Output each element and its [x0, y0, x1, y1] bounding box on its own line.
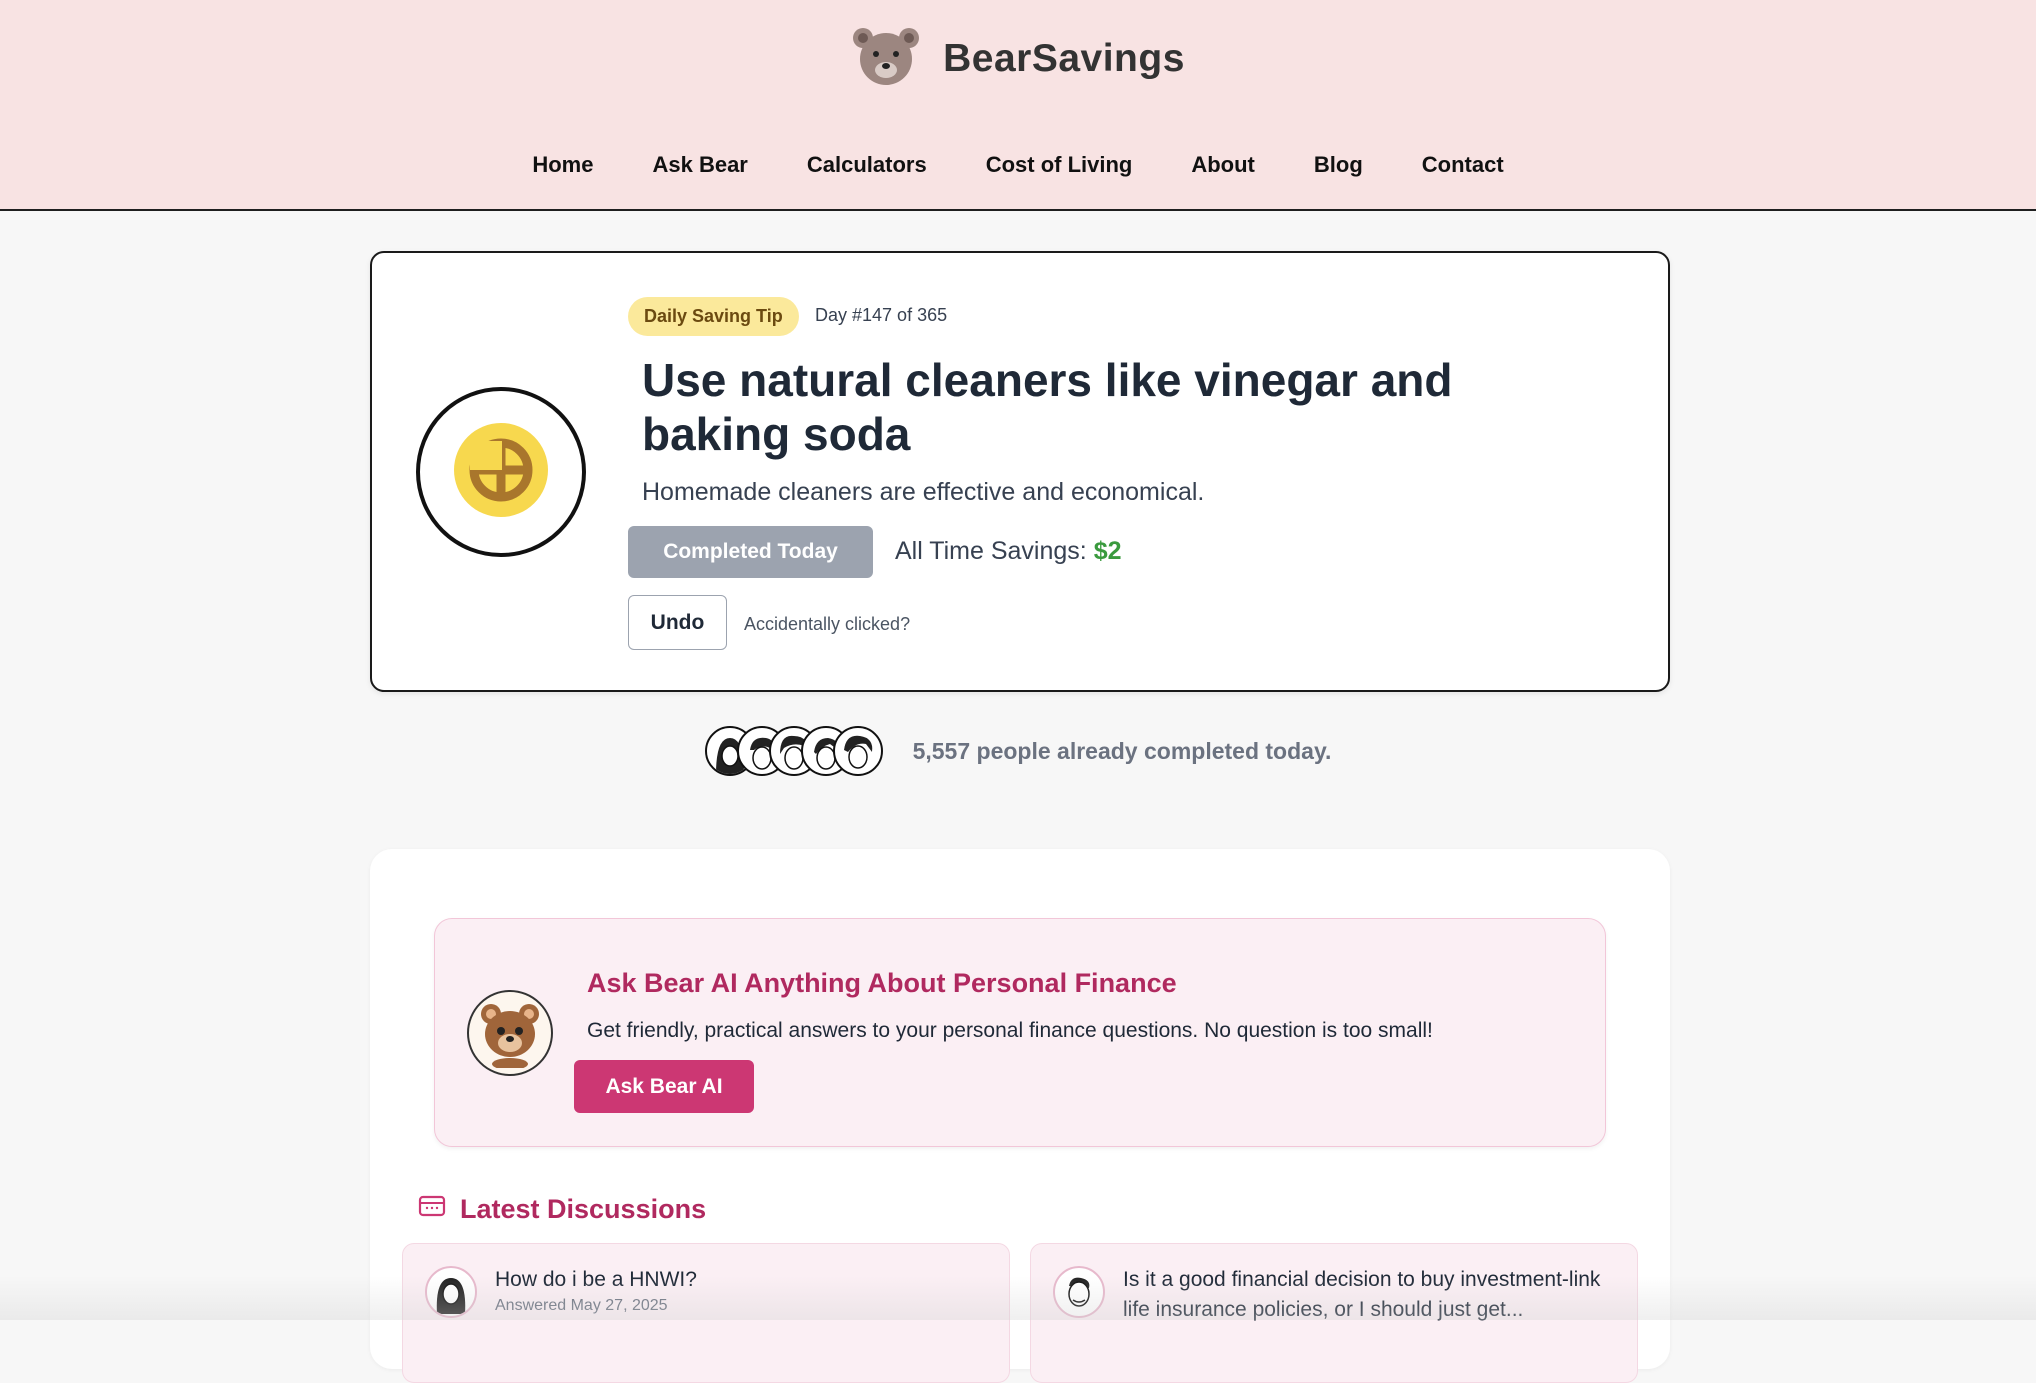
daily-tip-badge: Daily Saving Tip: [628, 297, 799, 336]
nav-ask-bear[interactable]: Ask Bear: [652, 152, 747, 178]
social-proof: 5,557 people already completed today.: [0, 726, 2036, 776]
all-time-savings: All Time Savings: $2: [895, 537, 1122, 566]
tip-icon-ring: [416, 387, 586, 557]
site-name: BearSavings: [943, 36, 1185, 80]
savings-label: All Time Savings:: [895, 537, 1087, 565]
chat-icon: [418, 1195, 446, 1224]
undo-hint: Accidentally clicked?: [744, 614, 911, 634]
discussion-question[interactable]: Is it a good financial decision to buy i…: [1123, 1265, 1613, 1325]
nav-home[interactable]: Home: [532, 152, 593, 178]
coin-icon: [454, 422, 548, 522]
savings-amount: $2: [1093, 537, 1122, 565]
bear-face-icon: [851, 26, 921, 91]
ask-bear-ai-button[interactable]: Ask Bear AI: [574, 1060, 754, 1113]
bear-ai-avatar: [467, 990, 553, 1076]
discussion-card[interactable]: How do i be a HNWI? Answered May 27, 202…: [402, 1243, 1010, 1383]
brand[interactable]: BearSavings: [0, 26, 2036, 91]
nav-contact[interactable]: Contact: [1422, 152, 1504, 178]
completed-today-button[interactable]: Completed Today: [628, 526, 873, 578]
content-panel: Ask Bear AI Anything About Personal Fina…: [370, 849, 1670, 1383]
ask-bear-title: Ask Bear AI Anything About Personal Fina…: [587, 968, 1177, 998]
completion-count: 5,557 people already completed today.: [912, 737, 1332, 764]
discussion-date: Answered May 27, 2025: [495, 1297, 668, 1314]
ask-bear-description: Get friendly, practical answers to your …: [587, 1019, 1433, 1042]
daily-tip-card: Daily Saving Tip Day #147 of 365 Use nat…: [370, 251, 1670, 692]
day-counter: Day #147 of 365: [815, 305, 948, 325]
tip-title: Use natural cleaners like vinegar and ba…: [642, 354, 1453, 460]
discussions-title: Latest Discussions: [460, 1194, 707, 1224]
user-avatar: [1053, 1266, 1105, 1318]
discussions-header: Latest Discussions: [418, 1194, 706, 1225]
site-header: BearSavings Home Ask Bear Calculators Co…: [0, 0, 2036, 211]
ask-bear-card: Ask Bear AI Anything About Personal Fina…: [434, 918, 1606, 1147]
nav-about[interactable]: About: [1191, 152, 1255, 178]
main-nav: Home Ask Bear Calculators Cost of Living…: [0, 152, 2036, 178]
user-avatar: [832, 726, 883, 776]
avatar-stack: [704, 726, 883, 776]
nav-cost-of-living[interactable]: Cost of Living: [986, 152, 1133, 178]
undo-button[interactable]: Undo: [628, 595, 727, 650]
discussion-question[interactable]: How do i be a HNWI?: [495, 1265, 985, 1295]
nav-calculators[interactable]: Calculators: [807, 152, 927, 178]
tip-description: Homemade cleaners are effective and econ…: [642, 478, 1205, 506]
discussion-card[interactable]: Is it a good financial decision to buy i…: [1030, 1243, 1638, 1383]
nav-blog[interactable]: Blog: [1314, 152, 1363, 178]
user-avatar: [425, 1266, 477, 1318]
